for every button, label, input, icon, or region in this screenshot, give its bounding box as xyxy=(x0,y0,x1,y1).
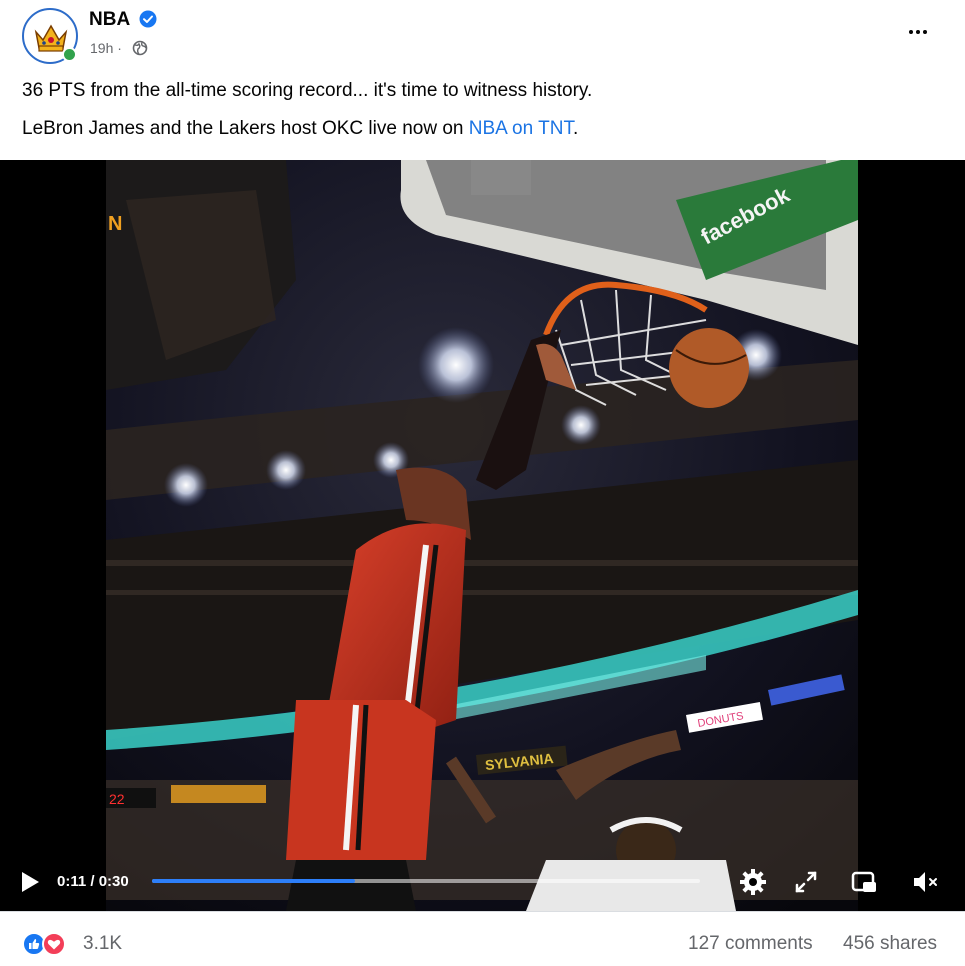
picture-in-picture-icon[interactable] xyxy=(849,867,879,897)
svg-text:N: N xyxy=(108,213,122,235)
nba-on-tnt-link[interactable]: NBA on TNT xyxy=(469,118,573,139)
more-options-button[interactable] xyxy=(900,18,936,46)
post-caption-line-1: 36 PTS from the all-time scoring record.… xyxy=(22,80,593,101)
online-status-dot xyxy=(62,47,77,62)
globe-icon xyxy=(132,40,148,56)
progress-bar[interactable] xyxy=(152,879,700,883)
gear-icon[interactable] xyxy=(738,867,768,897)
progress-fill xyxy=(152,879,355,883)
comments-count[interactable]: 127 comments xyxy=(688,933,813,955)
fullscreen-icon[interactable] xyxy=(791,867,821,897)
post-footer: 3.1K 127 comments 456 shares xyxy=(0,911,965,966)
love-reaction-icon xyxy=(42,932,66,956)
post-header: NBA 19h · xyxy=(0,0,965,70)
video-controls: 0:11 / 0:30 xyxy=(0,860,965,904)
reaction-icons[interactable] xyxy=(22,932,78,956)
video-player[interactable]: N SYLVANIA DONUTS 22 facebook 0:11 / 0:3… xyxy=(0,160,965,911)
video-time: 0:11 / 0:30 xyxy=(57,873,129,890)
reaction-count[interactable]: 3.1K xyxy=(83,933,122,955)
scoreboard-text: 22 xyxy=(109,791,125,807)
post-timestamp[interactable]: 19h · xyxy=(90,40,122,56)
page-name[interactable]: NBA xyxy=(89,9,130,31)
more-options-icon xyxy=(909,30,913,34)
post-caption-line-2: LeBron James and the Lakers host OKC liv… xyxy=(22,118,579,139)
verified-badge-icon xyxy=(139,10,157,28)
muted-speaker-icon[interactable] xyxy=(910,867,940,897)
video-frame[interactable]: N SYLVANIA DONUTS 22 facebook xyxy=(106,160,858,911)
play-icon[interactable] xyxy=(20,871,40,893)
shares-count[interactable]: 456 shares xyxy=(843,933,937,955)
